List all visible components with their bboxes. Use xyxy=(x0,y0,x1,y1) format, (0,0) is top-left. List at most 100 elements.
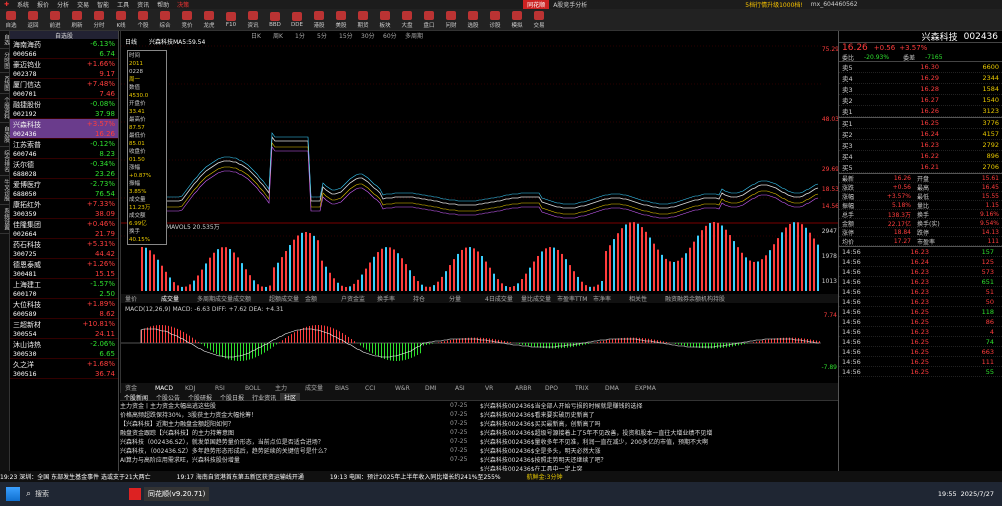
news-ticker[interactable]: 19:23 深圳：全国 东部发生基金事件 选或支于21大两亡 19:17 海南自贸… xyxy=(0,471,1002,482)
forum-post[interactable]: $兴森科技002436$量收多年不见准，利润一直在减少，200多亿的市值，预期不… xyxy=(480,437,838,446)
search-icon[interactable]: ⌕ xyxy=(26,489,31,499)
forum-post[interactable]: $兴森科技002436$超级号源接着上了5年不见改善，投资和股本一直往大增业绩不… xyxy=(480,428,838,437)
ticker-item[interactable]: 19:13 电国：预计2025年上半年收入同比增长约241%至255% xyxy=(330,472,501,481)
toolbar-button-22[interactable]: 诊股 xyxy=(484,10,506,30)
toolbar-button-6[interactable]: 个股 xyxy=(132,10,154,30)
watchlist-item[interactable]: 海南海药 000566 -6.13% 6.74 xyxy=(10,39,118,59)
menu-news[interactable]: 资讯 xyxy=(133,0,153,9)
watchlist-item[interactable]: 豪迈钨业 002378 +1.66% 9.17 xyxy=(10,59,118,79)
toolbar-button-11[interactable]: 资讯 xyxy=(242,10,264,30)
trade-price: 16.23 xyxy=(910,247,929,256)
toolbar-button-10[interactable]: F10 xyxy=(220,10,242,30)
toolbar-button-13[interactable]: DDE xyxy=(286,10,308,30)
ticker-item[interactable]: 19:17 海南自贸港首东第五新区获资运输线开通 xyxy=(177,472,304,481)
vtab-0[interactable]: 自选 xyxy=(0,31,10,49)
toolbar-button-14[interactable]: 港股 xyxy=(308,10,330,30)
tab-news[interactable]: 个股新闻 xyxy=(120,393,152,402)
watchlist-item[interactable]: 三超新材 300554 +10.81% 24.11 xyxy=(10,319,118,339)
watchlist-item[interactable]: 沐山诗热 300530 -2.06% 6.65 xyxy=(10,339,118,359)
toolbar-button-19[interactable]: 盘口 xyxy=(418,10,440,30)
info-line: 85.01 xyxy=(129,141,145,147)
watchlist-item[interactable]: 久之洋 300516 +1.68% 36.74 xyxy=(10,359,118,379)
menu-analysis[interactable]: 分析 xyxy=(53,0,73,9)
watchlist-item[interactable]: 德恩泰威 300481 +1.26% 15.15 xyxy=(10,259,118,279)
toolbar-button-0[interactable]: 自选 xyxy=(0,10,22,30)
toolbar-button-18[interactable]: 大盘 xyxy=(396,10,418,30)
forum-post[interactable]: $兴森科技002436$买买最新高，创新高了吗 xyxy=(480,419,838,428)
toolbar-button-8[interactable]: 竞价 xyxy=(176,10,198,30)
toolbar-button-2[interactable]: 前进 xyxy=(44,10,66,30)
watchlist-item[interactable]: 兴森科技 002436 +3.57% 16.26 xyxy=(10,119,118,139)
news-item[interactable]: 兴森科技（002436.SZ），就发单国趋势量价形态，当前点位是否适合进场？ 07… xyxy=(120,437,480,446)
forum-post[interactable]: $兴森科技002436$看来要实破历史新高了 xyxy=(480,410,838,419)
forum-post[interactable]: $兴森科技002436$按照走势明天还继续了吧？ xyxy=(480,455,838,464)
taskbar-app[interactable]: 同花顺(v9.20.71) xyxy=(144,487,210,501)
watchlist-item[interactable]: 爱博医疗 688050 -2.73% 76.54 xyxy=(10,179,118,199)
ticker-item[interactable]: 航鲜金:3分钟 xyxy=(527,472,563,481)
toolbar-button-24[interactable]: 交易 xyxy=(528,10,550,30)
tab-report[interactable]: 个股研报 xyxy=(184,393,216,402)
start-icon[interactable] xyxy=(6,487,20,501)
watchlist-item[interactable]: 佳隆集团 002664 +0.46% 21.79 xyxy=(10,219,118,239)
forum-post[interactable]: $兴森科技002436$全是多头，明天必然大涨 xyxy=(480,446,838,455)
vtab-4[interactable]: 自选股 xyxy=(0,123,10,147)
watchlist-item[interactable]: 药石科技 300725 +5.31% 44.42 xyxy=(10,239,118,259)
watchlist-item[interactable]: 沃尔德 688028 -0.34% 23.26 xyxy=(10,159,118,179)
news-item[interactable]: 主力资金丨主力资金大幅出逃这些股 07-25 xyxy=(120,401,480,410)
toolbar-button-16[interactable]: 期货 xyxy=(352,10,374,30)
tab-community[interactable]: 社区 xyxy=(280,393,301,402)
watchlist-item[interactable]: 康拓红外 300359 +7.33% 38.09 xyxy=(10,199,118,219)
vtab-5[interactable]: 综合排名 xyxy=(0,147,10,176)
clock-date: 2025/7/27 xyxy=(960,490,994,498)
volume-bar xyxy=(333,278,335,291)
watchlist-item[interactable]: 上海建工 600170 -1.57% 2.50 xyxy=(10,279,118,299)
menu-quote[interactable]: 报价 xyxy=(33,0,53,9)
toolbar-button-17[interactable]: 板块 xyxy=(374,10,396,30)
news-item[interactable]: AI算力与高阶应用需求旺，兴森科技股份增量 07-25 xyxy=(120,455,480,464)
news-item[interactable]: 兴森科技，（002436.SZ）多年趋势形态形成后，趋势延续的关键信号是什么？ 0… xyxy=(120,446,480,455)
toolbar-button-1[interactable]: 返回 xyxy=(22,10,44,30)
watchlist-item[interactable]: 厦门信达 000701 +7.48% 7.46 xyxy=(10,79,118,99)
bid-volume: 4157 xyxy=(982,130,999,138)
stat-label: 最高 xyxy=(917,184,930,192)
toolbar-button-9[interactable]: 龙虎 xyxy=(198,10,220,30)
menu-decision[interactable]: 决策 xyxy=(173,0,193,9)
news-item[interactable]: 【兴森科技】近期主力融盘金额超阳如何？ 07-25 xyxy=(120,419,480,428)
watchlist-item[interactable]: 大位科技 600589 +1.89% 8.62 xyxy=(10,299,118,319)
toolbar-button-20[interactable]: 问财 xyxy=(440,10,462,30)
toolbar-button-7[interactable]: 综合 xyxy=(154,10,176,30)
taskbar-search[interactable]: 搜索 xyxy=(35,489,49,499)
tab-forum[interactable]: 个股日报 xyxy=(216,393,248,402)
toolbar-button-23[interactable]: 模拟 xyxy=(506,10,528,30)
vtab-1[interactable]: 分时图 xyxy=(0,49,10,73)
menu-tools[interactable]: 工具 xyxy=(113,0,133,9)
vtab-2[interactable]: K线图 xyxy=(0,73,10,95)
menu-help[interactable]: 帮助 xyxy=(153,0,173,9)
menu-trade[interactable]: 交易 xyxy=(73,0,93,9)
news-item[interactable]: 融盘资金跟踪【兴森科技】的主力持筹意图 07-25 xyxy=(120,428,480,437)
trade-time: 14:56 xyxy=(842,277,861,286)
toolbar-button-4[interactable]: 分时 xyxy=(88,10,110,30)
user-id[interactable]: mx_604460562 xyxy=(807,1,862,8)
vtab-7[interactable]: 系统设置 xyxy=(0,205,10,234)
toolbar-button-5[interactable]: K线 xyxy=(110,10,132,30)
tab-notice[interactable]: 个股公告 xyxy=(152,393,184,402)
ticker-item[interactable]: 19:23 深圳：全国 东部发生基金事件 选或支于21大两亡 xyxy=(0,472,151,481)
forum-post[interactable]: $兴森科技002436$当全部人开始亏损的时候就是赚钱的选择 xyxy=(480,401,838,410)
menu-smart[interactable]: 智能 xyxy=(93,0,113,9)
vtab-6[interactable]: 牛叉诊股 xyxy=(0,176,10,205)
toolbar-button-3[interactable]: 刷新 xyxy=(66,10,88,30)
vtab-3[interactable]: 个股资料 xyxy=(0,94,10,124)
toolbar-button-15[interactable]: 美股 xyxy=(330,10,352,30)
news-item[interactable]: 价格高频超跌保持30%，3股获主力资金大幅抢筹！ 07-25 xyxy=(120,410,480,419)
bid-book: 买1 16.25 3776 买2 16.24 4157 买3 16.23 2792 买4 16.22… xyxy=(839,117,1002,173)
toolbar-button-21[interactable]: 选股 xyxy=(462,10,484,30)
toolbar-button-12[interactable]: BBD xyxy=(264,10,286,30)
watchlist-item[interactable]: 江苏索普 600746 -0.12% 8.23 xyxy=(10,139,118,159)
stock-code: 300481 xyxy=(13,270,37,278)
tab-industry[interactable]: 行业资讯 xyxy=(248,393,280,402)
watchlist-item[interactable]: 融捷股份 002192 -0.08% 37.98 xyxy=(10,99,118,119)
kline-chart-svg[interactable]: 日线 兴森科技 MA5:59.54 日K 周K 1分 5分 15分 30分 60分 多周期 75.29… xyxy=(121,31,839,393)
upgrade-banner[interactable]: 5档行情升级1000档! xyxy=(741,0,807,9)
menu-system[interactable]: 系统 xyxy=(13,0,33,9)
